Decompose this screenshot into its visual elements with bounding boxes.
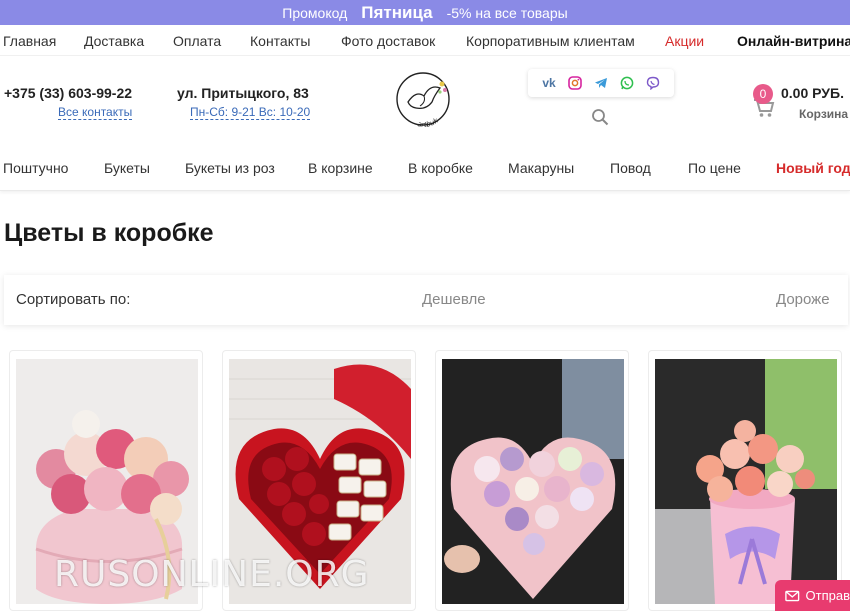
product-card[interactable]: [648, 350, 842, 611]
store-address: ул. Притыцкого, 83: [177, 85, 309, 101]
product-card[interactable]: [435, 350, 629, 611]
send-message-button[interactable]: Отправ: [775, 580, 850, 611]
promo-discount: -5% на все товары: [446, 4, 568, 21]
nav-link-payment[interactable]: Оплата: [173, 33, 221, 49]
category-navigation: Поштучно Букеты Букеты из роз В корзине …: [0, 143, 850, 191]
sort-label: Сортировать по:: [16, 291, 131, 308]
nav-link-delivery[interactable]: Доставка: [84, 33, 144, 49]
category-bouquets[interactable]: Букеты: [104, 160, 150, 176]
nav-link-delivery-photos[interactable]: Фото доставок: [341, 33, 435, 49]
whatsapp-icon[interactable]: [619, 75, 635, 91]
cart-total[interactable]: 0.00 РУБ.: [781, 85, 844, 101]
category-in-box[interactable]: В коробке: [408, 160, 473, 176]
nav-link-showcase[interactable]: Онлайн-витрина: [737, 33, 850, 49]
category-in-basket[interactable]: В корзине: [308, 160, 373, 176]
category-occasion[interactable]: Повод: [610, 160, 651, 176]
envelope-icon: [785, 590, 800, 601]
site-logo[interactable]: artbuket: [390, 66, 460, 136]
nav-link-home[interactable]: Главная: [3, 33, 56, 49]
nav-link-sales[interactable]: Акции: [665, 33, 704, 49]
watermark: RUSONLINE.ORG: [54, 554, 370, 595]
promo-bar: Промокод Пятница -5% на все товары: [0, 0, 850, 25]
sort-bar: Сортировать по: Дешевле Дороже: [4, 275, 848, 325]
cart-label[interactable]: Корзина: [799, 107, 848, 121]
promo-code: Пятница: [361, 2, 433, 22]
sort-cheaper-button[interactable]: Дешевле: [422, 291, 486, 308]
top-navigation: Главная Доставка Оплата Контакты Фото до…: [0, 25, 850, 55]
site-header: +375 (33) 603-99-22 Все контакты ул. При…: [0, 55, 850, 143]
sort-expensive-button[interactable]: Дороже: [776, 291, 830, 308]
promo-prefix: Промокод: [282, 4, 348, 21]
send-button-label: Отправ: [805, 588, 850, 603]
cart-count-badge: 0: [753, 84, 773, 104]
all-contacts-link[interactable]: Все контакты: [58, 105, 133, 120]
nav-link-contacts[interactable]: Контакты: [250, 33, 310, 49]
viber-icon[interactable]: [645, 75, 661, 91]
category-macarons[interactable]: Макаруны: [508, 160, 574, 176]
instagram-icon[interactable]: [567, 75, 583, 91]
phone-number[interactable]: +375 (33) 603-99-22: [4, 85, 132, 101]
category-by-piece[interactable]: Поштучно: [3, 160, 68, 176]
nav-link-corporate[interactable]: Корпоративным клиентам: [466, 33, 635, 49]
search-icon[interactable]: [591, 108, 609, 126]
product-image[interactable]: [655, 359, 837, 604]
social-links: vk: [528, 69, 674, 97]
category-rose-bouquets[interactable]: Букеты из роз: [185, 160, 275, 176]
vk-icon[interactable]: vk: [541, 75, 557, 91]
telegram-icon[interactable]: [593, 75, 609, 91]
page-title: Цветы в коробке: [4, 219, 214, 247]
opening-hours[interactable]: Пн-Сб: 9-21 Вс: 10-20: [190, 105, 311, 120]
product-image[interactable]: [442, 359, 624, 604]
category-new-year[interactable]: Новый год: [776, 160, 850, 176]
category-by-price[interactable]: По цене: [688, 160, 741, 176]
